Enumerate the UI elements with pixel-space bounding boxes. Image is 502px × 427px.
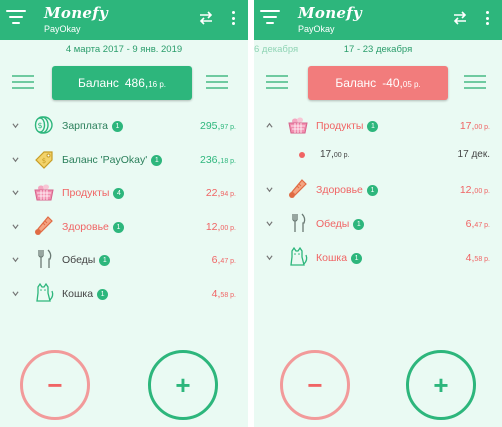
period-label: 4 марта 2017 - 9 янв. 2019 — [65, 44, 183, 55]
category-count-badge: 1 — [351, 253, 363, 264]
category-count-badge: 1 — [112, 221, 124, 233]
app-bar: Monefy PayOkay — [254, 0, 502, 40]
balance-label: Баланс — [77, 76, 119, 90]
category-name: Здоровье 1 — [62, 221, 124, 233]
cat-icon — [287, 246, 309, 268]
tag-icon: $ — [33, 148, 55, 170]
category-count-badge: 1 — [353, 219, 365, 230]
basket-icon — [287, 114, 309, 136]
category-count-badge: 1 — [151, 154, 163, 166]
add-expense-button[interactable]: − — [20, 350, 90, 420]
balance-label: Баланс — [335, 76, 377, 90]
category-row[interactable]: Обеды 1 6,47 р. — [254, 210, 502, 240]
category-amount: 22,94 р. — [205, 187, 236, 199]
expense-dot-icon — [299, 152, 305, 158]
more-options-icon[interactable] — [232, 11, 236, 27]
balance-amount: 486,16 р. — [124, 76, 166, 90]
cutlery-icon — [33, 248, 55, 270]
balance-button[interactable]: Баланс 486,16 р. — [52, 66, 192, 100]
transaction-amount: 17,00 р. — [320, 149, 350, 160]
category-row[interactable]: $ Зарплата 1 295,97 р. — [0, 112, 248, 142]
transfer-icon[interactable] — [198, 11, 214, 25]
chevron-down-icon[interactable] — [266, 220, 273, 227]
category-row[interactable]: Здоровье 1 12,00 р. — [254, 176, 502, 206]
chevron-down-icon[interactable] — [12, 290, 19, 297]
period-bar[interactable]: 6 декабря 17 - 23 декабря — [254, 42, 502, 58]
add-expense-button[interactable]: − — [280, 350, 350, 420]
category-name: Баланс 'PayOkay' 1 — [62, 154, 163, 166]
app-logo: Monefy — [44, 4, 109, 22]
period-bar[interactable]: 4 марта 2017 - 9 янв. 2019 — [0, 42, 248, 58]
category-name: Обеды 1 — [316, 218, 365, 230]
add-income-button[interactable]: + — [406, 350, 476, 420]
chevron-down-icon[interactable] — [266, 254, 273, 261]
category-count-badge: 4 — [113, 188, 125, 199]
transaction-date: 17 дек. — [457, 149, 490, 160]
add-income-button[interactable]: + — [148, 350, 218, 420]
app-bar: Monefy PayOkay — [0, 0, 248, 40]
coins-icon: $ — [33, 114, 55, 136]
transfer-icon[interactable] — [452, 11, 468, 25]
category-row[interactable]: Продукты 4 22,94 р. — [0, 179, 248, 209]
thermometer-icon — [33, 215, 55, 237]
category-amount: 236,18 р. — [199, 153, 236, 166]
cutlery-icon — [287, 212, 309, 234]
filter-menu-icon[interactable] — [6, 10, 26, 26]
left-drawer-icon[interactable] — [266, 75, 288, 89]
category-row[interactable]: Продукты 1 17,00 р. — [254, 112, 502, 142]
category-amount: 4,58 р. — [465, 252, 490, 264]
period-label: 17 - 23 декабря — [343, 44, 413, 55]
category-count-badge: 1 — [366, 185, 378, 196]
category-name: Продукты 4 — [62, 187, 125, 199]
category-amount: 4,58 р. — [211, 287, 236, 300]
chevron-down-icon[interactable] — [12, 223, 19, 230]
category-amount: 12,00 р. — [205, 220, 236, 233]
category-row[interactable]: Кошка 1 4,58 р. — [0, 280, 248, 310]
basket-icon — [33, 181, 55, 203]
thermometer-icon — [287, 178, 309, 200]
category-row[interactable]: Кошка 1 4,58 р. — [254, 244, 502, 274]
category-amount: 6,47 р. — [211, 254, 236, 266]
chevron-down-icon[interactable] — [12, 256, 19, 263]
svg-text:$: $ — [42, 157, 46, 165]
cat-icon — [33, 282, 55, 304]
right-drawer-icon[interactable] — [206, 75, 228, 89]
category-name: Кошка 1 — [316, 252, 363, 264]
category-row[interactable]: Обеды 1 6,47 р. — [0, 246, 248, 276]
chevron-down-icon[interactable] — [12, 156, 19, 163]
category-name: Продукты 1 — [316, 120, 379, 132]
category-amount: 295,97 р. — [199, 120, 236, 132]
category-row[interactable]: $ Баланс 'PayOkay' 1 236,18 р. — [0, 146, 248, 176]
category-count-badge: 1 — [99, 255, 111, 266]
category-row[interactable]: Здоровье 1 12,00 р. — [0, 213, 248, 243]
chevron-down-icon[interactable] — [12, 189, 19, 196]
category-amount: 6,47 р. — [465, 218, 490, 230]
account-name[interactable]: PayOkay — [298, 24, 335, 34]
category-amount: 17,00 р. — [459, 120, 490, 132]
account-name[interactable]: PayOkay — [44, 24, 81, 34]
category-amount: 12,00 р. — [459, 184, 490, 196]
category-count-badge: 1 — [367, 121, 379, 132]
filter-menu-icon[interactable] — [260, 10, 280, 26]
transaction-row[interactable]: 17,00 р. 17 дек. — [254, 144, 502, 168]
category-name: Зарплата 1 — [62, 120, 123, 132]
category-count-badge: 1 — [111, 121, 123, 132]
category-name: Обеды 1 — [62, 254, 111, 266]
app-logo: Monefy — [298, 4, 363, 22]
more-options-icon[interactable] — [486, 11, 490, 27]
category-name: Кошка 1 — [62, 288, 109, 300]
chevron-up-icon[interactable] — [266, 122, 273, 129]
right-drawer-icon[interactable] — [464, 75, 486, 89]
category-name: Здоровье 1 — [316, 184, 378, 196]
chevron-down-icon[interactable] — [12, 122, 19, 129]
chevron-down-icon[interactable] — [266, 186, 273, 193]
svg-text:$: $ — [37, 121, 42, 130]
screen-right: Monefy PayOkay 6 декабря 17 - 23 декабря… — [254, 0, 502, 427]
app-comparison: Monefy PayOkay 4 марта 2017 - 9 янв. 201… — [0, 0, 502, 427]
category-count-badge: 1 — [97, 288, 109, 300]
screen-left: Monefy PayOkay 4 марта 2017 - 9 янв. 201… — [0, 0, 248, 427]
balance-amount: -40,05 р. — [382, 76, 421, 90]
left-drawer-icon[interactable] — [12, 75, 34, 89]
balance-button[interactable]: Баланс -40,05 р. — [308, 66, 448, 100]
